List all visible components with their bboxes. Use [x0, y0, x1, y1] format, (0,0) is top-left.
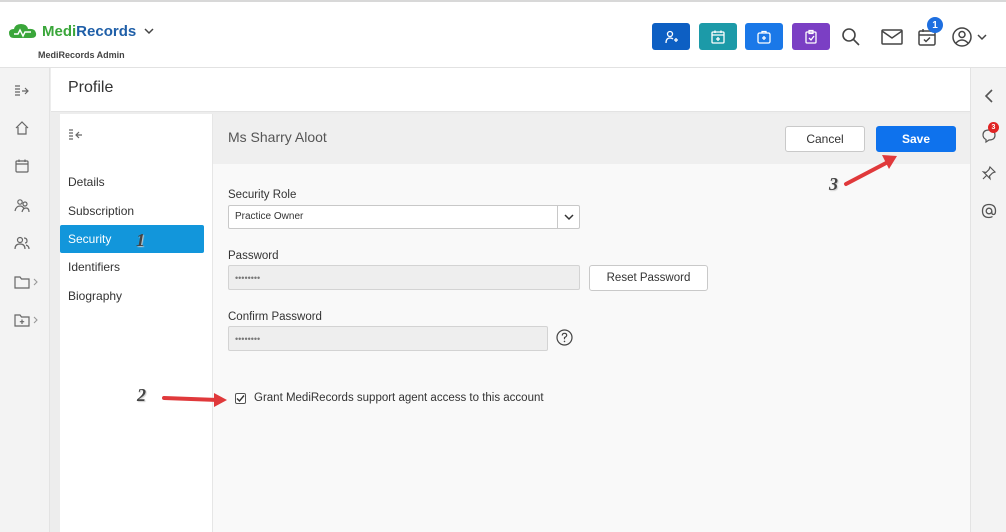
save-button[interactable]: Save: [876, 126, 956, 152]
cloud-logo-icon: [9, 24, 37, 38]
help-button[interactable]: [556, 329, 573, 351]
page-header: Profile: [51, 68, 970, 112]
password-label: Password: [228, 250, 279, 262]
sidenav-item-biography[interactable]: Biography: [60, 282, 204, 310]
nav-calendar[interactable]: [14, 155, 40, 177]
collapse-right-panel[interactable]: [979, 86, 999, 106]
chevron-right-icon: [33, 278, 38, 286]
folder-add-icon: [14, 314, 30, 327]
search-icon: [842, 28, 860, 46]
medical-case-button[interactable]: [745, 23, 783, 50]
content-header: Ms Sharry Aloot Cancel Save: [213, 114, 970, 164]
expand-icon: [15, 85, 29, 96]
clipboard-icon: [805, 29, 817, 44]
nav-contacts[interactable]: [14, 232, 40, 254]
profile-sidenav: Details Subscription Security Identifier…: [60, 114, 213, 532]
right-side-bar: [970, 68, 1006, 532]
add-patient-button[interactable]: [652, 23, 690, 50]
sidenav-item-identifiers[interactable]: Identifiers: [60, 253, 204, 281]
reset-password-button[interactable]: Reset Password: [589, 265, 708, 291]
medical-case-icon: [757, 30, 771, 44]
user-icon: [952, 27, 972, 47]
user-name-title: Ms Sharry Aloot: [228, 129, 327, 145]
folder-icon: [14, 276, 30, 289]
security-role-select[interactable]: Practice Owner: [228, 205, 580, 229]
nav-folder-add[interactable]: [14, 309, 40, 331]
sidenav-item-security[interactable]: Security: [60, 225, 204, 253]
pin-icon: [981, 165, 997, 181]
home-icon: [15, 121, 29, 135]
at-icon: [981, 203, 997, 219]
grant-support-access-row[interactable]: Grant MediRecords support agent access t…: [235, 392, 544, 404]
confirm-password-input[interactable]: [228, 326, 548, 351]
nav-folder[interactable]: [14, 271, 40, 293]
cancel-button[interactable]: Cancel: [785, 126, 865, 152]
chevron-down-icon[interactable]: [144, 26, 154, 36]
collapse-sidenav-button[interactable]: [68, 128, 84, 147]
annotation-number-3: 3: [829, 174, 838, 194]
nav-expand[interactable]: [14, 80, 40, 102]
new-appointment-button[interactable]: [699, 23, 737, 50]
add-patient-icon: [665, 30, 678, 43]
tasks-badge: 1: [927, 17, 943, 33]
mail-button[interactable]: [881, 26, 903, 48]
contacts-icon: [14, 236, 30, 250]
chevron-down-icon: [977, 34, 987, 41]
grant-support-access-checkbox[interactable]: [235, 392, 246, 404]
security-role-label: Security Role: [228, 189, 297, 201]
security-role-value: Practice Owner: [235, 211, 304, 222]
chat-badge: 3: [988, 122, 999, 133]
grant-support-access-label: Grant MediRecords support agent access t…: [254, 392, 544, 404]
help-icon: [556, 329, 573, 346]
patients-icon: [14, 199, 30, 213]
checkmark-icon: [236, 394, 245, 402]
calendar-add-icon: [711, 30, 725, 44]
confirm-password-label: Confirm Password: [228, 311, 322, 323]
collapse-icon: [69, 129, 82, 140]
sidenav-item-details[interactable]: Details: [60, 168, 204, 196]
top-bar: MediRecords MediRecords Admin 1: [0, 0, 1006, 68]
chevron-right-icon: [33, 316, 38, 324]
annotation-number-1: 1: [136, 230, 145, 250]
brand-logo[interactable]: MediRecords: [8, 22, 154, 40]
chevron-left-icon: [984, 89, 993, 103]
calendar-icon: [15, 159, 29, 173]
nav-patients[interactable]: [14, 194, 40, 216]
security-content: Ms Sharry Aloot Cancel Save Security Rol…: [213, 114, 970, 532]
sidenav-item-subscription[interactable]: Subscription: [60, 197, 204, 225]
user-menu[interactable]: [949, 26, 989, 48]
chevron-down-icon: [557, 206, 579, 228]
brand-name: MediRecords: [42, 22, 137, 40]
nav-home[interactable]: [14, 117, 40, 139]
brand-subtitle: MediRecords Admin: [38, 50, 125, 60]
page-title: Profile: [68, 79, 114, 96]
mail-icon: [881, 29, 903, 45]
clipboard-button[interactable]: [792, 23, 830, 50]
mentions-button[interactable]: [979, 201, 999, 221]
search-button[interactable]: [840, 26, 862, 48]
pin-button[interactable]: [979, 163, 999, 183]
left-nav: [0, 68, 50, 532]
annotation-number-2: 2: [137, 385, 146, 405]
password-input[interactable]: [228, 265, 580, 290]
